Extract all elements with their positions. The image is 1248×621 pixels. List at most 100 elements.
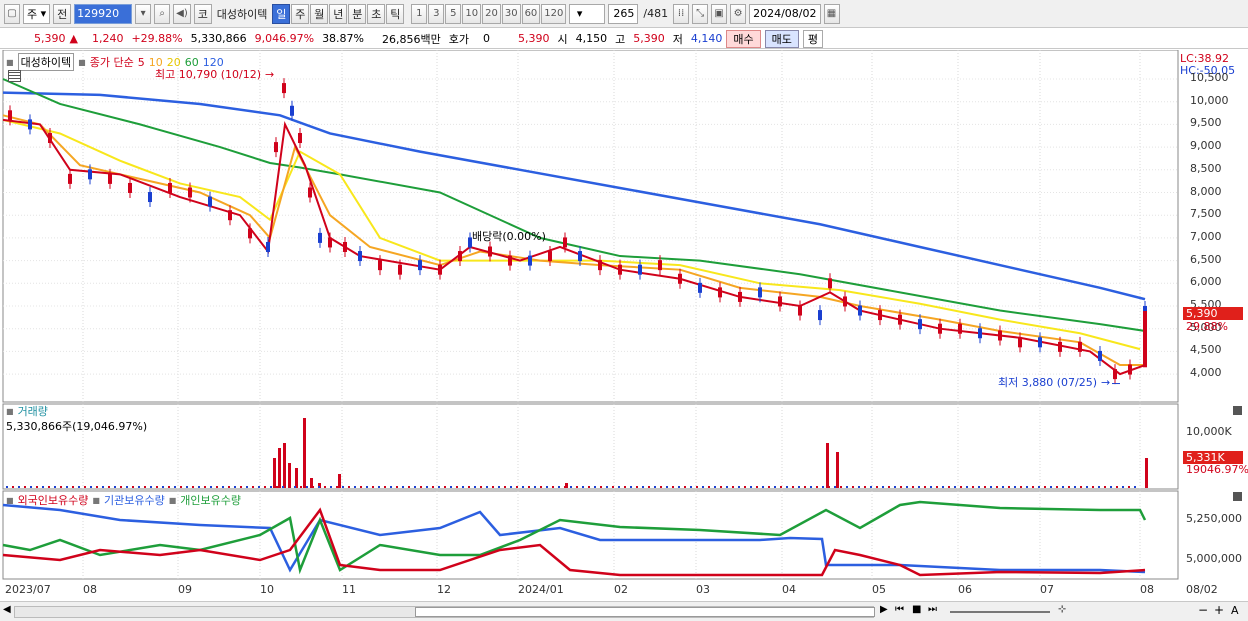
institution-holding-label: 기관보유수량 [103, 494, 165, 507]
date-input[interactable]: 2024/08/02 [749, 3, 821, 24]
chart-area[interactable]: ■ 대성하이텍 ■ 종가 단순 5 10 20 60 120 최고 10,790… [0, 49, 1248, 601]
panel-close-icon[interactable] [1233, 406, 1242, 415]
volume-bar [768, 486, 770, 488]
quote-price: 5,390 [518, 32, 550, 45]
stop-icon[interactable]: ■ [912, 604, 921, 615]
x-axis-label: 07 [1040, 583, 1054, 596]
interval-tab-2[interactable]: 5 [445, 3, 462, 24]
zoom-in-icon[interactable]: + [1214, 603, 1224, 617]
period-tab-4[interactable]: 분 [348, 3, 367, 24]
count-input[interactable]: 265 [608, 3, 639, 24]
volume-bar [828, 486, 830, 488]
rewind-icon[interactable]: ⏮ [895, 604, 904, 615]
volume-bar [456, 486, 458, 488]
search-icon[interactable]: ⌕ [154, 3, 171, 24]
volume-bar [1002, 486, 1004, 488]
kospi-button[interactable]: 코 [193, 3, 212, 24]
volume-bar [978, 486, 980, 488]
total-count: /481 [643, 7, 669, 20]
interval-tab-6[interactable]: 60 [521, 3, 541, 24]
interval-select[interactable]: ▾ [569, 3, 606, 24]
scrollbar[interactable] [14, 606, 875, 618]
sell-button[interactable]: 매도 [764, 29, 799, 48]
scroll-right-icon[interactable]: ▶ [880, 604, 888, 615]
gear-icon[interactable]: ⚙ [730, 3, 747, 24]
candle-body [698, 282, 702, 293]
volume-bar [486, 486, 488, 488]
period-tab-6[interactable]: 틱 [386, 3, 405, 24]
holding-y-tick-2: 5,000,000 [1186, 552, 1242, 565]
dropdown-icon[interactable]: ▾ [135, 3, 152, 24]
buy-button[interactable]: 매수 [726, 29, 761, 48]
high-annotation: 최고 10,790 (10/12) → [155, 66, 274, 82]
forward-icon[interactable]: ⏭ [928, 604, 937, 615]
volume-bar [876, 486, 878, 488]
volume-bar [792, 486, 794, 488]
ma60-line [2, 78, 1146, 332]
x-axis-label: 10 [260, 583, 274, 596]
volume-percent: 9,046.97% [254, 32, 315, 45]
interval-tab-0[interactable]: 1 [411, 3, 428, 24]
candle-body [818, 310, 822, 321]
volume-bar [414, 486, 416, 488]
candle-body [208, 196, 212, 207]
volume-bar [954, 486, 956, 488]
volume-panel-frame [2, 403, 1179, 490]
period-tab-3[interactable]: 년 [329, 3, 348, 24]
prev-button[interactable]: 전 [53, 3, 72, 24]
volume-bar [114, 486, 116, 488]
candle-body [108, 173, 112, 184]
candle-body [758, 287, 762, 298]
volume-bar [936, 486, 938, 488]
candle-body [878, 310, 882, 321]
volume-bar [870, 486, 872, 488]
interval-tab-4[interactable]: 20 [482, 3, 501, 24]
interval-tab-1[interactable]: 3 [428, 3, 445, 24]
volume-bar [948, 486, 950, 488]
low-annotation-text: 최저 3,880 (07/25) [998, 376, 1098, 389]
grid-icon[interactable]: ⁞⁞ [673, 3, 690, 24]
volume-pct-tag: 19046.97% [1186, 463, 1248, 476]
stock-name: 대성하이텍 [216, 7, 268, 21]
candle-body [228, 210, 232, 221]
scroll-left-icon[interactable]: ◀ [3, 604, 11, 615]
period-tab-5[interactable]: 초 [367, 3, 386, 24]
zoom-out-icon[interactable]: − [1198, 603, 1208, 617]
volume-bar [708, 486, 710, 488]
zoom-slider[interactable] [950, 611, 1050, 613]
panel-close-icon[interactable] [1233, 492, 1242, 501]
scroll-thumb[interactable] [415, 607, 875, 617]
chart-canvas[interactable] [0, 49, 1248, 601]
change-value: 1,240 [91, 32, 124, 45]
volume-bar [690, 486, 692, 488]
volume-bar [1038, 486, 1040, 488]
volume-bar [204, 486, 206, 488]
zoom-icon[interactable]: ⊹ [1058, 604, 1066, 615]
volume-bar [990, 486, 992, 488]
volume-bar [108, 486, 110, 488]
volume-bar [1074, 486, 1076, 488]
table-icon[interactable] [8, 70, 21, 82]
speaker-icon[interactable]: ◀) [173, 3, 191, 24]
interval-tab-5[interactable]: 30 [501, 3, 521, 24]
calendar-icon[interactable]: ▦ [823, 3, 840, 24]
interval-tab-3[interactable]: 10 [462, 3, 482, 24]
chart-type-select[interactable]: 주 ▾ [23, 3, 51, 24]
eval-button[interactable]: 평 [802, 29, 823, 48]
period-tab-2[interactable]: 월 [310, 3, 329, 24]
volume-bar [930, 486, 932, 488]
window-icon[interactable]: ▢ [4, 3, 20, 24]
candle-body [1128, 364, 1132, 375]
interval-tab-7[interactable]: 120 [541, 3, 567, 24]
stock-code-input[interactable]: 129920 [74, 3, 133, 24]
font-size-icon[interactable]: A [1231, 604, 1239, 617]
price-y-tick: 10,500 [1190, 71, 1229, 84]
candle-body [378, 260, 382, 271]
volume-bar [462, 486, 464, 488]
period-tab-1[interactable]: 주 [291, 3, 310, 24]
compare-icon[interactable]: ⤡ [692, 3, 709, 24]
candle-body [563, 237, 567, 248]
volume-bar [672, 486, 674, 488]
save-icon[interactable]: ▣ [711, 3, 728, 24]
period-tab-0[interactable]: 일 [272, 3, 291, 24]
